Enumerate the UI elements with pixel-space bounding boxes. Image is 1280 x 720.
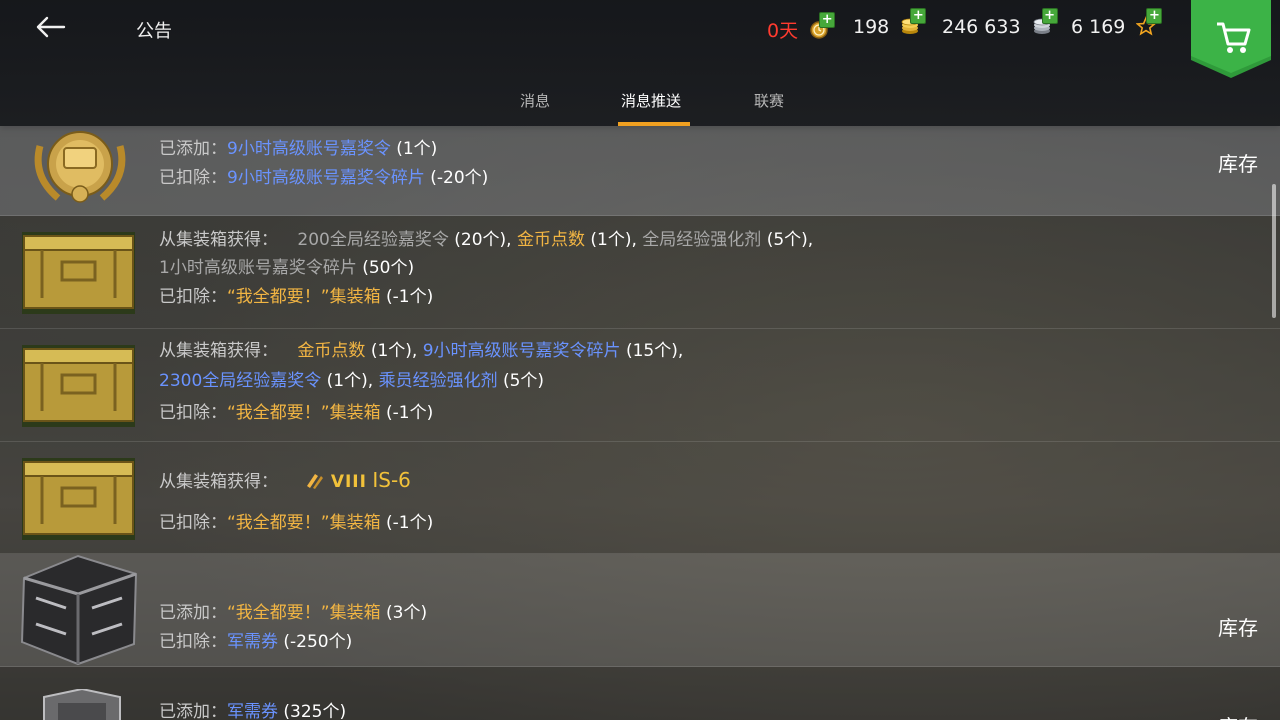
item-link[interactable]: 2300全局经验嘉奖令 — [159, 371, 321, 391]
deducted-label: 已扣除： — [159, 168, 227, 188]
item-qty: (-1个) — [386, 287, 434, 307]
tank-tier: VIII — [330, 472, 367, 492]
added-label: 已添加： — [159, 139, 227, 159]
premium-days-value: 0天 — [767, 20, 799, 42]
gold-value: 198 — [853, 16, 890, 38]
star-icon: + — [1136, 8, 1163, 36]
deducted-label: 已扣除： — [159, 403, 227, 423]
page-title: 公告 — [136, 21, 172, 42]
deducted-line: 已扣除：9小时高级账号嘉奖令碎片 (-20个) — [159, 163, 488, 188]
item-qty: (1个) — [590, 230, 632, 250]
add-free-xp-icon[interactable]: + — [1146, 8, 1163, 24]
obtained-line-2: 1小时高级账号嘉奖令碎片 (50个) — [159, 253, 414, 278]
item-qty: (-1个) — [386, 513, 434, 533]
item-name: “我全都要！”集装箱 — [227, 603, 381, 623]
obtained-line: 从集装箱获得： VIII IS-6 — [159, 467, 411, 492]
item-qty: (-1个) — [386, 403, 434, 423]
added-line: 已添加：“我全都要！”集装箱 (3个) — [159, 598, 427, 623]
item-qty: (-250个) — [283, 632, 353, 652]
item-qty: (20个) — [454, 230, 507, 250]
item-qty: (1个) — [396, 139, 438, 159]
deducted-label: 已扣除： — [159, 513, 227, 533]
gold-coins-icon: + — [900, 8, 927, 36]
item-link[interactable]: 9小时高级账号嘉奖令 — [227, 139, 391, 159]
item-name: 1小时高级账号嘉奖令碎片 — [159, 258, 357, 278]
item-link[interactable]: 9小时高级账号嘉奖令碎片 — [423, 341, 621, 361]
list-item: 从集装箱获得： 200全局经验嘉奖令 (20个), 金币点数 (1个), 全局经… — [0, 216, 1280, 329]
item-link[interactable]: 军需券 — [227, 702, 278, 720]
message-list[interactable]: 已添加：9小时高级账号嘉奖令 (1个) 已扣除：9小时高级账号嘉奖令碎片 (-2… — [0, 126, 1280, 720]
shop-button[interactable] — [1191, 0, 1271, 78]
scrollbar-thumb[interactable] — [1272, 184, 1276, 318]
tank-name[interactable]: IS-6 — [372, 468, 411, 492]
item-qty: (50个) — [362, 258, 415, 278]
gold-crate-icon — [22, 345, 135, 431]
list-item: 已添加：9小时高级账号嘉奖令 (1个) 已扣除：9小时高级账号嘉奖令碎片 (-2… — [0, 126, 1280, 216]
inventory-button[interactable]: 库存 — [1218, 148, 1258, 177]
item-qty: (5个) — [502, 371, 545, 391]
tab-league[interactable]: 联赛 — [754, 90, 784, 111]
add-silver-icon[interactable]: + — [1041, 8, 1058, 24]
added-label: 已添加： — [159, 603, 227, 623]
tab-push-messages[interactable]: 消息推送 — [621, 90, 681, 111]
silver-counter[interactable]: 246 633 + — [942, 8, 1058, 38]
silver-value: 246 633 — [942, 16, 1021, 38]
deducted-line: 已扣除：“我全都要！”集装箱 (-1个) — [159, 398, 433, 423]
item-name: 金币点数 — [516, 230, 585, 250]
heavy-tank-class-icon — [303, 470, 325, 490]
added-line: 已添加：军需券 (325个) — [159, 697, 346, 720]
item-name: “我全都要！”集装箱 — [227, 403, 381, 423]
obtained-label: 从集装箱获得： — [159, 341, 278, 361]
obtained-line: 从集装箱获得： 200全局经验嘉奖令 (20个), 金币点数 (1个), 全局经… — [159, 230, 814, 250]
top-bar: 公告 0天 + 198 + 246 633 + 6 169 + 消息 消息推送 … — [0, 0, 1280, 126]
item-link[interactable]: 9小时高级账号嘉奖令碎片 — [227, 168, 425, 188]
list-item: 从集装箱获得： VIII IS-6 已扣除：“我全都要！”集装箱 (-1个) — [0, 442, 1280, 554]
gold-crate-icon — [22, 458, 135, 544]
item-qty: (325个) — [283, 702, 347, 720]
list-item: 已添加：“我全都要！”集装箱 (3个) 已扣除：军需券 (-250个) 库存 — [0, 554, 1280, 667]
deducted-label: 已扣除： — [159, 632, 227, 652]
inventory-button[interactable]: 库存 — [1218, 711, 1258, 720]
obtained-label: 从集装箱获得： — [159, 230, 278, 250]
item-qty: (1个) — [370, 341, 412, 361]
item-name: “我全都要！”集装箱 — [227, 513, 381, 533]
item-qty: (-20个) — [430, 168, 489, 188]
gold-crate-icon — [22, 232, 135, 318]
black-crate-icon — [16, 554, 142, 670]
item-link[interactable]: 乘员经验强化剂 — [379, 371, 498, 391]
item-qty: (1个) — [326, 371, 368, 391]
tab-messages[interactable]: 消息 — [520, 90, 550, 111]
item-qty: (3个) — [386, 603, 428, 623]
deducted-label: 已扣除： — [159, 287, 227, 307]
silver-coins-icon: + — [1032, 8, 1058, 36]
inventory-button[interactable]: 库存 — [1218, 612, 1258, 641]
premium-clock-icon: + — [809, 12, 836, 40]
premium-days-counter[interactable]: 0天 + — [767, 12, 836, 43]
item-qty: (5个) — [766, 230, 808, 250]
item-name: 金币点数 — [297, 341, 366, 361]
item-name: “我全都要！”集装箱 — [227, 287, 381, 307]
free-xp-value: 6 169 — [1071, 16, 1126, 38]
item-qty: (15个) — [625, 341, 678, 361]
added-label: 已添加： — [159, 702, 227, 720]
list-item: 已添加：军需券 (325个) 库存 — [0, 667, 1280, 720]
gold-counter[interactable]: 198 + — [853, 8, 927, 38]
add-premium-icon[interactable]: + — [819, 12, 836, 28]
deducted-line: 已扣除：军需券 (-250个) — [159, 627, 352, 652]
obtained-line: 从集装箱获得： 金币点数 (1个), 9小时高级账号嘉奖令碎片 (15个), — [159, 341, 684, 361]
added-line: 已添加：9小时高级账号嘉奖令 (1个) — [159, 134, 437, 159]
free-xp-counter[interactable]: 6 169 + — [1071, 8, 1163, 38]
badge-icon — [40, 687, 124, 720]
deducted-line: 已扣除：“我全都要！”集装箱 (-1个) — [159, 282, 433, 307]
deducted-line: 已扣除：“我全都要！”集装箱 (-1个) — [159, 508, 433, 533]
add-gold-icon[interactable]: + — [910, 8, 927, 24]
obtained-line-2: 2300全局经验嘉奖令 (1个), 乘员经验强化剂 (5个) — [159, 371, 545, 391]
item-name: 全局经验强化剂 — [642, 230, 762, 250]
item-link[interactable]: 军需券 — [227, 632, 278, 652]
back-arrow-icon[interactable] — [34, 10, 68, 44]
item-name: 200全局经验嘉奖令 — [297, 230, 449, 250]
premium-medal-icon — [28, 126, 132, 214]
obtained-label: 从集装箱获得： — [159, 472, 278, 492]
list-item: 从集装箱获得： 金币点数 (1个), 9小时高级账号嘉奖令碎片 (15个), 2… — [0, 329, 1280, 442]
